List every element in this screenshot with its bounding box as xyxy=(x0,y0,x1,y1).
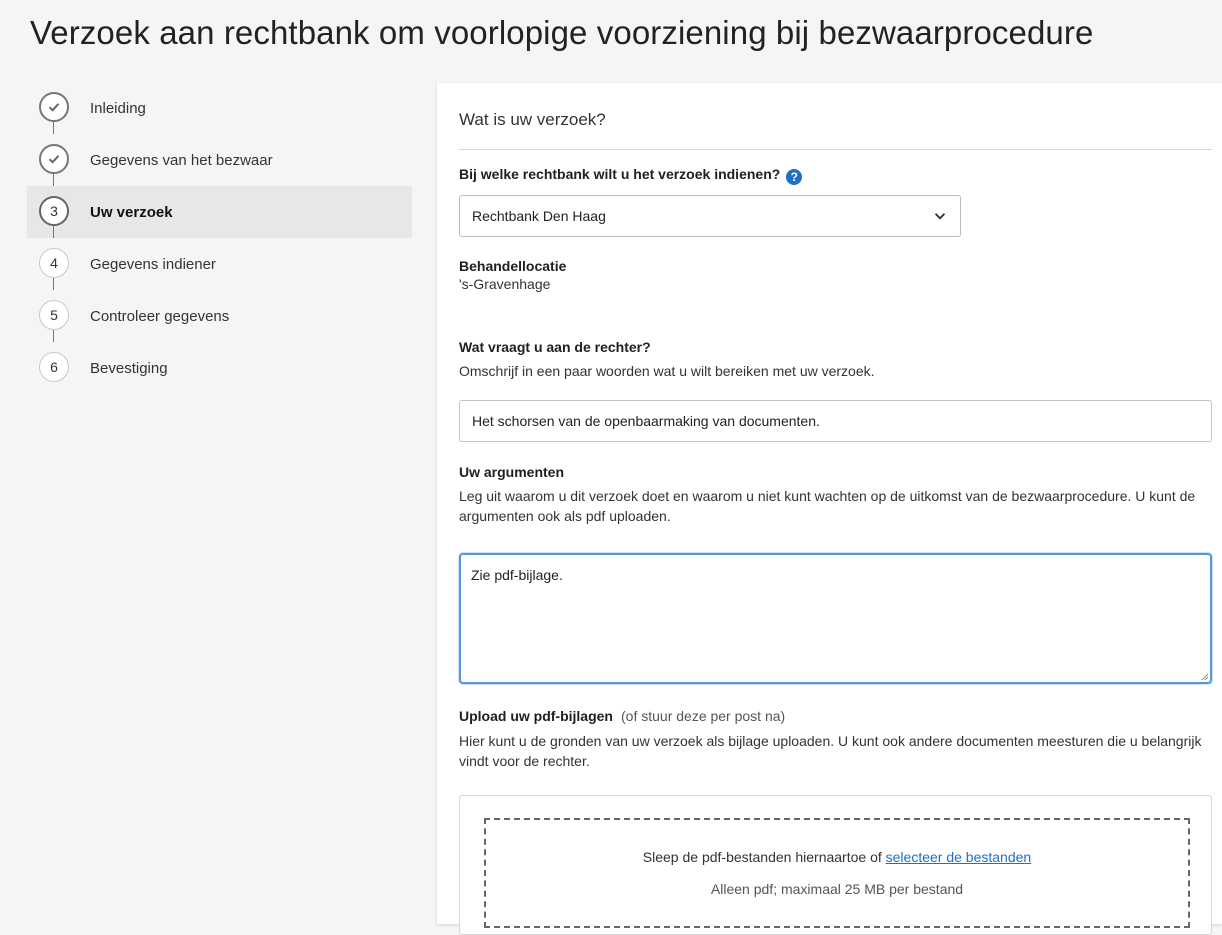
form-card: Wat is uw verzoek? Bij welke rechtbank w… xyxy=(437,83,1222,935)
step-gegevens-bezwaar[interactable]: Gegevens van het bezwaar xyxy=(27,134,412,186)
step-inleiding[interactable]: Inleiding xyxy=(27,82,412,134)
step-connector xyxy=(53,226,54,238)
step-connector xyxy=(53,122,54,134)
step-label: Gegevens van het bezwaar xyxy=(90,152,273,169)
court-label-text: Bij welke rechtbank wilt u het verzoek i… xyxy=(459,166,781,182)
step-uw-verzoek[interactable]: 3 Uw verzoek xyxy=(27,186,412,238)
step-done-check-icon xyxy=(39,92,69,122)
step-number: 4 xyxy=(39,248,69,278)
court-select-value: Rechtbank Den Haag xyxy=(472,208,606,224)
upload-description: Hier kunt u de gronden van uw verzoek al… xyxy=(459,733,1202,769)
step-number: 5 xyxy=(39,300,69,330)
resize-handle-icon[interactable] xyxy=(1201,673,1209,681)
court-label: Bij welke rechtbank wilt u het verzoek i… xyxy=(459,166,803,185)
location-label: Behandellocatie xyxy=(459,258,567,274)
location-value: 's-Gravenhage xyxy=(459,276,551,292)
dropzone-text: Sleep de pdf-bestanden hiernaartoe of se… xyxy=(486,849,1188,865)
upload-label: Upload uw pdf-bijlagen (of stuur deze per… xyxy=(459,708,785,724)
chevron-down-icon xyxy=(934,213,946,220)
arguments-description: Leg uit waarom u dit verzoek doet en waa… xyxy=(459,488,1196,524)
file-dropzone[interactable]: Sleep de pdf-bestanden hiernaartoe of se… xyxy=(484,818,1190,928)
step-number: 6 xyxy=(39,352,69,382)
court-select[interactable]: Rechtbank Den Haag xyxy=(459,195,961,237)
step-connector xyxy=(53,278,54,290)
help-icon[interactable]: ? xyxy=(786,169,803,185)
step-label: Controleer gegevens xyxy=(90,308,230,325)
step-connector xyxy=(53,330,54,342)
arguments-label: Uw argumenten xyxy=(459,464,565,480)
section-divider xyxy=(459,149,1212,150)
progress-stepper: Inleiding Gegevens van het bezwaar 3 Uw … xyxy=(27,82,412,394)
dropzone-instruction: Sleep de pdf-bestanden hiernaartoe of xyxy=(642,849,882,865)
upload-label-text: Upload uw pdf-bijlagen xyxy=(459,708,613,724)
step-bevestiging: 6 Bevestiging xyxy=(27,342,412,394)
step-done-check-icon xyxy=(39,144,69,174)
select-files-link[interactable]: selecteer de bestanden xyxy=(886,849,1032,865)
step-connector xyxy=(53,174,54,186)
upload-box: Sleep de pdf-bestanden hiernaartoe of se… xyxy=(459,795,1212,935)
step-controleer-gegevens: 5 Controleer gegevens xyxy=(27,290,412,342)
step-gegevens-indiener: 4 Gegevens indiener xyxy=(27,238,412,290)
section-title: Wat is uw verzoek? xyxy=(459,110,606,129)
dropzone-hint: Alleen pdf; maximaal 25 MB per bestand xyxy=(710,881,964,897)
upload-label-note: (of stuur deze per post na) xyxy=(621,708,786,724)
step-label: Gegevens indiener xyxy=(90,256,216,273)
page-title: Verzoek aan rechtbank om voorlopige voor… xyxy=(30,14,1094,51)
request-input[interactable] xyxy=(459,400,1212,442)
step-label: Inleiding xyxy=(90,100,146,117)
request-description: Omschrijf in een paar woorden wat u wilt… xyxy=(459,363,875,379)
step-label: Uw verzoek xyxy=(90,204,173,221)
request-label: Wat vraagt u aan de rechter? xyxy=(459,339,651,355)
step-label: Bevestiging xyxy=(90,360,168,377)
step-number: 3 xyxy=(39,196,69,226)
arguments-textarea[interactable]: Zie pdf-bijlage. xyxy=(459,553,1212,684)
